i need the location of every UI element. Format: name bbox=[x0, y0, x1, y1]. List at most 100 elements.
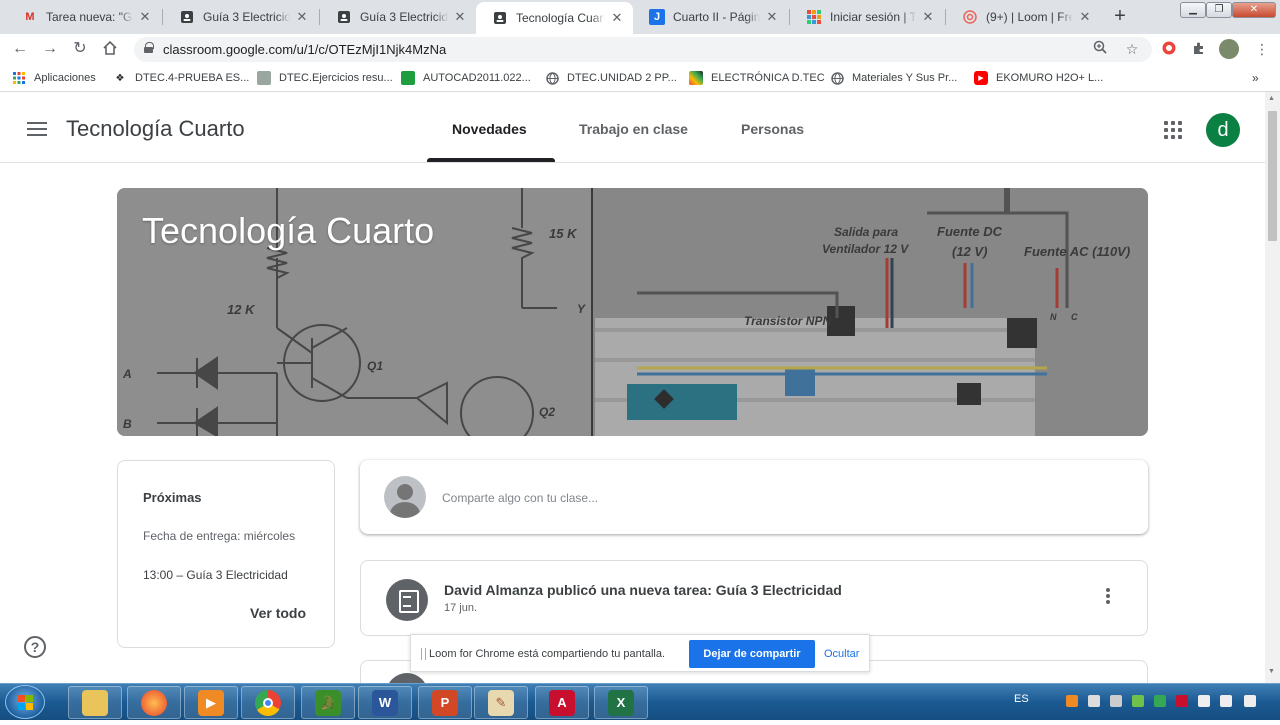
tab-guia-2[interactable]: Guía 3 Electricidad ✕ bbox=[320, 3, 476, 31]
tray-device-icon[interactable] bbox=[1220, 695, 1232, 707]
tab-title: (9+) | Loom | Free Screen Recorder bbox=[986, 10, 1073, 24]
tray-drive-icon[interactable] bbox=[1154, 695, 1166, 707]
tab-trabajo-en-clase[interactable]: Trabajo en clase bbox=[579, 121, 688, 137]
bookmark-label: DTEC.Ejercicios resu... bbox=[279, 72, 393, 84]
drag-handle-icon[interactable] bbox=[421, 648, 426, 660]
stream-post[interactable]: David Almanza publicó una nueva tarea: G… bbox=[360, 560, 1148, 636]
dropbox-icon: ❖ bbox=[115, 72, 125, 84]
upcoming-title: Próximas bbox=[143, 490, 202, 505]
taskbar-excel[interactable]: X bbox=[594, 686, 648, 719]
home-button[interactable] bbox=[100, 40, 120, 58]
tab-tecnologia-cuarto[interactable]: Tecnología Cuarto ✕ bbox=[476, 2, 633, 34]
main-menu-icon[interactable] bbox=[27, 122, 47, 136]
google-apps-icon[interactable] bbox=[1164, 121, 1182, 139]
close-icon[interactable]: ✕ bbox=[1077, 9, 1093, 25]
share-placeholder: Comparte algo con tu clase... bbox=[442, 491, 599, 505]
zoom-icon[interactable] bbox=[1091, 40, 1109, 58]
extension-loom-icon[interactable] bbox=[1160, 40, 1178, 58]
bookmark-label: Aplicaciones bbox=[34, 72, 96, 84]
bookmark-dtec-prueba[interactable]: ❖ DTEC.4-PRUEBA ES... bbox=[113, 70, 250, 86]
classroom-assignment-icon bbox=[179, 9, 195, 25]
tab-guia-1[interactable]: Guía 3 Electricidad ✕ bbox=[163, 3, 318, 31]
class-name[interactable]: Tecnología Cuarto bbox=[66, 116, 245, 142]
gmail-icon: M bbox=[25, 11, 35, 23]
tab-title: Guía 3 Electricidad bbox=[360, 10, 448, 24]
tab-title: Tarea nueva: "Guía 3 Electricidad" bbox=[46, 10, 133, 24]
action-center-flag-icon[interactable] bbox=[1198, 695, 1210, 707]
bookmark-label: Materiales Y Sus Pr... bbox=[852, 72, 958, 84]
close-icon[interactable]: ✕ bbox=[294, 9, 310, 25]
windows-logo-icon bbox=[18, 695, 33, 710]
close-icon[interactable]: ✕ bbox=[764, 9, 780, 25]
tab-tinkercad[interactable]: Iniciar sesión | Tinkercad ✕ bbox=[790, 3, 944, 31]
bookmark-electronica[interactable]: ELECTRÓNICA D.TEC bbox=[689, 70, 825, 86]
post-title[interactable]: David Almanza publicó una nueva tarea: G… bbox=[444, 582, 842, 598]
tray-app-icon[interactable] bbox=[1132, 695, 1144, 707]
close-icon[interactable]: ✕ bbox=[920, 9, 936, 25]
globe-icon bbox=[830, 71, 844, 85]
tab-cuarto-ii[interactable]: J Cuarto II - Página web ✕ bbox=[633, 3, 788, 31]
start-button[interactable] bbox=[5, 685, 45, 719]
bookmark-autocad[interactable]: AUTOCAD2011.022... bbox=[401, 70, 531, 86]
new-tab-button[interactable]: + bbox=[1108, 6, 1132, 28]
address-bar[interactable]: classroom.google.com/u/1/c/OTEzMjI1Njk4M… bbox=[134, 37, 1152, 62]
network-icon[interactable] bbox=[1110, 695, 1122, 707]
classroom-assignment-icon bbox=[492, 10, 508, 26]
stop-sharing-button[interactable]: Dejar de compartir bbox=[689, 640, 815, 668]
tab-novedades[interactable]: Novedades bbox=[452, 121, 527, 137]
language-indicator[interactable]: ES bbox=[1014, 693, 1029, 705]
taskbar-acrobat[interactable]: A bbox=[535, 686, 589, 719]
hide-button[interactable]: Ocultar bbox=[824, 648, 859, 660]
tab-personas[interactable]: Personas bbox=[741, 121, 804, 137]
help-icon[interactable]: ? bbox=[24, 636, 46, 658]
maximize-button[interactable]: ❐ bbox=[1206, 2, 1232, 18]
page-scrollbar[interactable]: ▲ ▼ bbox=[1265, 92, 1280, 683]
more-menu-icon[interactable]: ⋮ bbox=[1253, 40, 1271, 58]
taskbar-chrome[interactable] bbox=[241, 686, 295, 719]
bookmark-dtec-ejercicios[interactable]: DTEC.Ejercicios resu... bbox=[257, 70, 393, 86]
tab-title: Guía 3 Electricidad bbox=[203, 10, 290, 24]
tab-gmail[interactable]: M Tarea nueva: "Guía 3 Electricidad" ✕ bbox=[6, 3, 161, 31]
taskbar-word[interactable]: W bbox=[358, 686, 412, 719]
assignment-icon bbox=[386, 673, 428, 683]
close-icon[interactable]: ✕ bbox=[452, 9, 468, 25]
scrollbar-thumb[interactable] bbox=[1268, 111, 1277, 241]
taskbar-media-player[interactable]: ▶ bbox=[184, 686, 238, 719]
taskbar-powerpoint[interactable]: P bbox=[418, 686, 472, 719]
bookmark-ekomuro[interactable]: ▶ EKOMURO H2O+ L... bbox=[974, 70, 1103, 86]
post-more-options-icon[interactable] bbox=[1106, 588, 1112, 608]
upcoming-item-link[interactable]: 13:00 – Guía 3 Electricidad bbox=[143, 568, 288, 582]
taskbar-firefox[interactable] bbox=[127, 686, 181, 719]
window-close-button[interactable]: ✕ bbox=[1232, 2, 1276, 18]
tray-shield-icon[interactable] bbox=[1176, 695, 1188, 707]
profile-avatar-icon[interactable] bbox=[1219, 39, 1239, 59]
share-with-class-box[interactable]: Comparte algo con tu clase... bbox=[360, 460, 1148, 534]
tray-app-icon[interactable] bbox=[1088, 695, 1100, 707]
scroll-down-arrow-icon[interactable]: ▼ bbox=[1268, 668, 1275, 675]
reload-button[interactable]: ↻ bbox=[70, 40, 90, 58]
volume-icon[interactable] bbox=[1244, 695, 1256, 707]
taskbar-file-explorer[interactable] bbox=[68, 686, 122, 719]
minimize-button[interactable]: ▁ bbox=[1180, 2, 1206, 18]
back-button[interactable]: ← bbox=[10, 40, 30, 58]
forward-button[interactable]: → bbox=[40, 40, 60, 58]
close-icon[interactable]: ✕ bbox=[609, 10, 625, 26]
tab-loom[interactable]: (9+) | Loom | Free Screen Recorder ✕ bbox=[946, 3, 1101, 31]
view-all-link[interactable]: Ver todo bbox=[250, 605, 306, 621]
scroll-up-arrow-icon[interactable]: ▲ bbox=[1268, 95, 1275, 102]
taskbar-paint[interactable]: ✎ bbox=[474, 686, 528, 719]
close-icon[interactable]: ✕ bbox=[137, 9, 153, 25]
bookmark-dtec-unidad[interactable]: DTEC.UNIDAD 2 PP... bbox=[545, 70, 677, 86]
class-banner: 12 K 15 K Q1 Q2 A B Y bbox=[117, 188, 1148, 436]
taskbar-crocodile-app[interactable]: 🐊 bbox=[301, 686, 355, 719]
bookmark-star-icon[interactable]: ☆ bbox=[1123, 40, 1141, 58]
colorful-app-icon bbox=[689, 71, 703, 85]
home-icon bbox=[103, 40, 117, 55]
bookmark-apps[interactable]: Aplicaciones bbox=[12, 70, 96, 86]
account-avatar[interactable]: d bbox=[1206, 113, 1240, 147]
bookmark-materiales[interactable]: Materiales Y Sus Pr... bbox=[830, 70, 957, 86]
bookmark-label: DTEC.UNIDAD 2 PP... bbox=[567, 72, 677, 84]
more-bookmarks-chevron-icon[interactable]: » bbox=[1252, 70, 1259, 86]
extensions-puzzle-icon[interactable] bbox=[1190, 40, 1208, 58]
tray-app-icon[interactable] bbox=[1066, 695, 1078, 707]
